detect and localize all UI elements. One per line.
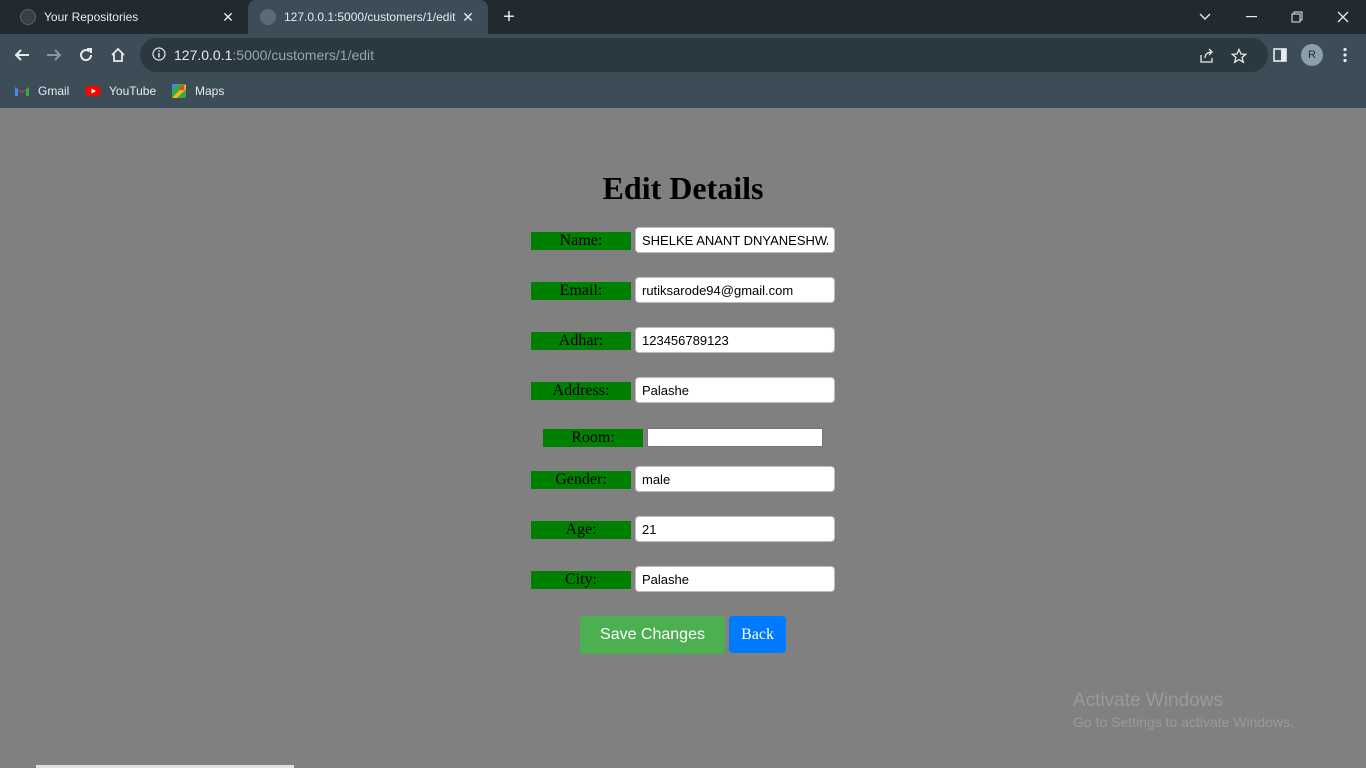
restore-button[interactable]	[1274, 0, 1320, 34]
tab-title: 127.0.0.1:5000/customers/1/edit	[284, 10, 456, 24]
field-label: Room:	[543, 429, 643, 447]
room-input[interactable]	[647, 428, 823, 447]
tab-customer-edit[interactable]: 127.0.0.1:5000/customers/1/edit ✕	[248, 0, 488, 34]
field-label: Address:	[531, 382, 631, 400]
share-icon[interactable]	[1198, 47, 1216, 65]
maps-icon	[172, 84, 186, 98]
side-panel-icon[interactable]	[1268, 43, 1292, 67]
site-info-icon[interactable]	[152, 47, 166, 66]
new-tab-button[interactable]: +	[498, 6, 520, 28]
back-button[interactable]: Back	[729, 616, 786, 653]
youtube-icon	[85, 86, 101, 96]
url-text: 127.0.0.1:5000/customers/1/edit	[174, 47, 375, 63]
bookmark-label: Maps	[195, 84, 225, 98]
minimize-button[interactable]	[1228, 0, 1274, 34]
globe-icon	[260, 9, 276, 25]
bookmark-youtube[interactable]: YouTube	[85, 83, 156, 99]
gender-input[interactable]	[635, 466, 835, 492]
browser-tab-strip: Your Repositories ✕ 127.0.0.1:5000/custo…	[0, 0, 1366, 34]
name-input[interactable]	[635, 227, 835, 253]
city-input[interactable]	[635, 566, 835, 592]
age-input[interactable]	[635, 516, 835, 542]
close-tab-icon[interactable]: ✕	[460, 9, 476, 25]
activate-windows-watermark: Activate Windows Go to Settings to activ…	[1073, 690, 1294, 730]
tab-title: Your Repositories	[44, 10, 139, 24]
field-label: Age:	[531, 521, 631, 539]
field-label: Adhar:	[531, 332, 631, 350]
page-content: Edit Details Name: Email: Adhar: Address…	[0, 108, 1366, 768]
save-changes-button[interactable]: Save Changes	[580, 616, 725, 654]
field-label: Gender:	[531, 471, 631, 489]
tab-search-icon[interactable]	[1182, 0, 1228, 34]
bookmark-gmail[interactable]: Gmail	[14, 83, 69, 99]
close-window-button[interactable]	[1320, 0, 1366, 34]
field-label: Email:	[531, 282, 631, 300]
forward-arrow-icon[interactable]	[42, 43, 66, 67]
field-label: City:	[531, 571, 631, 589]
watermark-title: Activate Windows	[1073, 690, 1223, 711]
bookmark-maps[interactable]: Maps	[171, 83, 224, 99]
gmail-icon	[15, 87, 29, 96]
reload-icon[interactable]	[74, 43, 98, 67]
more-menu-icon[interactable]	[1333, 43, 1357, 67]
watermark-subtitle: Go to Settings to activate Windows.	[1073, 714, 1294, 730]
close-tab-icon[interactable]: ✕	[220, 9, 236, 25]
page-title: Edit Details	[602, 170, 764, 206]
adhar-input[interactable]	[635, 327, 835, 353]
address-bar[interactable]: 127.0.0.1:5000/customers/1/edit	[140, 38, 1268, 72]
tab-your-repositories[interactable]: Your Repositories ✕	[0, 0, 248, 34]
back-arrow-icon[interactable]	[10, 43, 34, 67]
bookmark-star-icon[interactable]	[1230, 47, 1248, 65]
profile-avatar[interactable]: R	[1301, 44, 1323, 66]
bookmarks-bar: Gmail YouTube Maps	[0, 76, 1366, 108]
email-input[interactable]	[635, 277, 835, 303]
address-input[interactable]	[635, 377, 835, 403]
bookmark-label: YouTube	[109, 84, 157, 98]
home-icon[interactable]	[106, 43, 130, 67]
github-icon	[20, 9, 36, 25]
browser-toolbar: 127.0.0.1:5000/customers/1/edit R	[0, 34, 1366, 76]
bookmark-label: Gmail	[38, 84, 70, 98]
field-label: Name:	[531, 232, 631, 250]
